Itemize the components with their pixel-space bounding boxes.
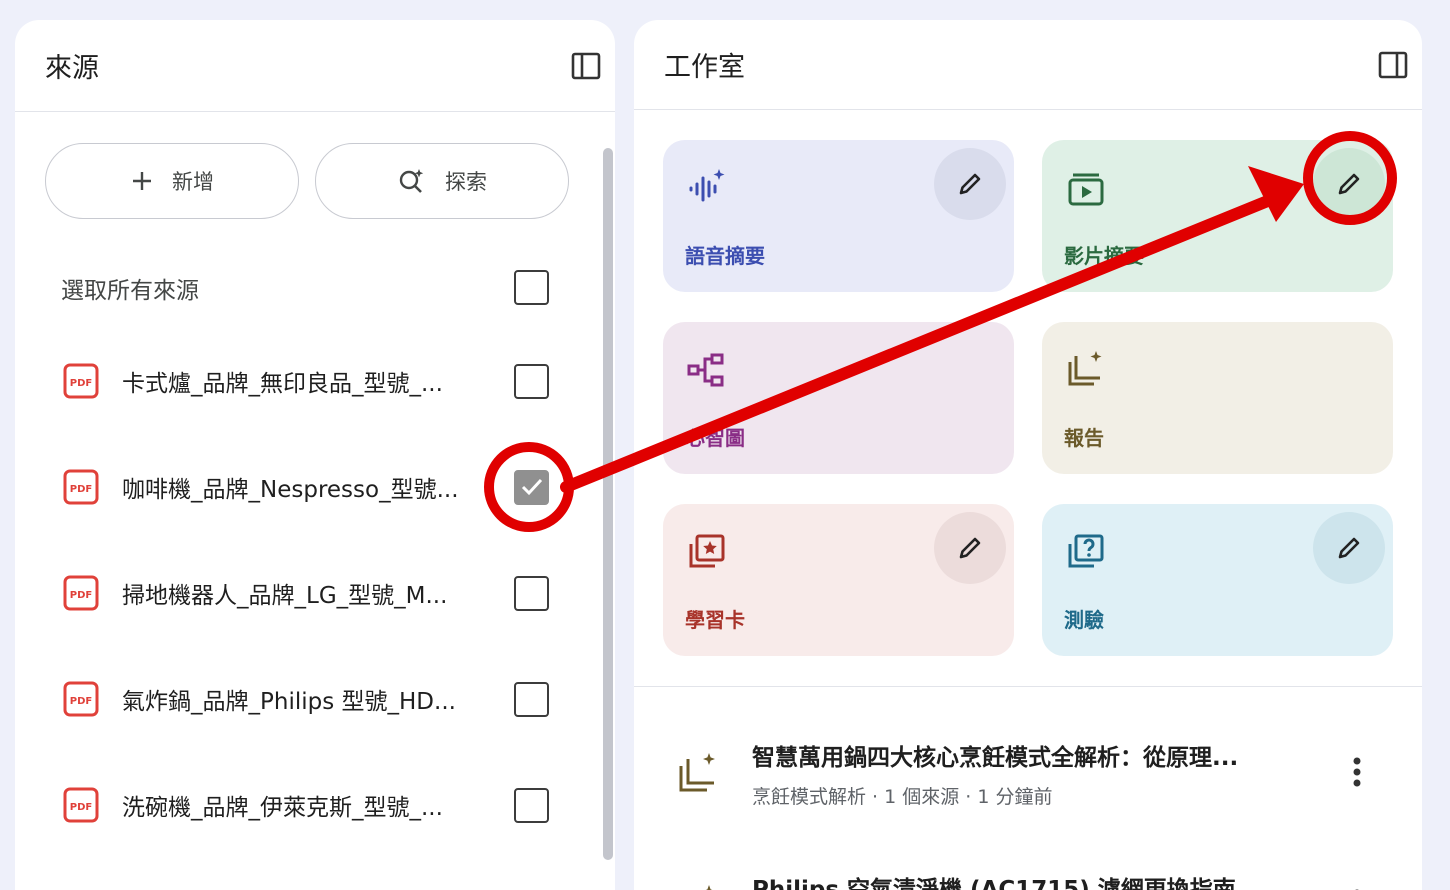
report-icon — [1064, 348, 1108, 392]
note-title: Philips 空氣清淨機 (AC1715) 濾網更換指南 — [752, 877, 1236, 890]
note-title: 智慧萬用鍋四大核心烹飪模式全解析：從原理... — [752, 745, 1239, 771]
source-item[interactable]: PDF 咖啡機_品牌_Nespresso_型號... — [63, 434, 549, 540]
add-source-label: 新增 — [172, 170, 214, 194]
studio-card[interactable]: 學習卡 — [663, 504, 1014, 656]
note-text: 智慧萬用鍋四大核心烹飪模式全解析：從原理... 烹飪模式解析 · 1 個來源 · … — [752, 738, 1342, 809]
card-label: 影片摘要 — [1064, 244, 1144, 268]
pdf-icon: PDF — [63, 681, 99, 717]
plus-icon — [133, 172, 151, 190]
more-vert-icon[interactable] — [1342, 884, 1372, 890]
svg-text:PDF: PDF — [70, 696, 92, 707]
add-source-button[interactable]: 新增 — [45, 143, 299, 219]
sources-title: 來源 — [45, 53, 99, 84]
studio-header: 工作室 — [634, 20, 1422, 110]
card-label: 心智圖 — [685, 426, 745, 450]
source-actions: 新增 探索 — [45, 143, 569, 219]
svg-text:PDF: PDF — [70, 802, 92, 813]
explore-sources-label: 探索 — [445, 170, 487, 194]
collapse-panel-icon[interactable] — [571, 51, 601, 81]
audio-waveform-icon — [685, 166, 729, 210]
note-item[interactable]: Philips 空氣清淨機 (AC1715) 濾網更換指南 — [674, 870, 1422, 890]
source-name: 咖啡機_品牌_Nespresso_型號... — [122, 477, 459, 503]
select-all-checkbox[interactable] — [514, 270, 549, 305]
studio-card[interactable]: 語音摘要 — [663, 140, 1014, 292]
select-all-label: 選取所有來源 — [61, 277, 199, 304]
flashcards-icon — [685, 530, 729, 574]
report-icon — [674, 750, 722, 798]
pdf-icon: PDF — [63, 469, 99, 505]
source-checkbox[interactable] — [514, 787, 549, 823]
card-label: 學習卡 — [685, 608, 745, 632]
svg-text:PDF: PDF — [70, 484, 92, 495]
note-meta: 烹飪模式解析 · 1 個來源 · 1 分鐘前 — [752, 786, 1053, 808]
studio-divider — [634, 686, 1422, 687]
collapse-panel-icon[interactable] — [1378, 50, 1408, 80]
source-item[interactable]: PDF 掃地機器人_品牌_LG_型號_M... — [63, 540, 549, 646]
edit-pencil-icon[interactable] — [1313, 512, 1385, 584]
source-checkbox[interactable] — [514, 681, 549, 717]
pdf-icon: PDF — [63, 363, 99, 399]
source-item[interactable]: PDF 氣炸鍋_品牌_Philips 型號_HD... — [63, 646, 549, 752]
sources-panel: 來源 新增 探索 選取所有來源 PDF 卡式爐_品牌_無印良品_型號_... PDF… — [15, 20, 615, 890]
quiz-icon — [1064, 530, 1108, 574]
edit-pencil-icon[interactable] — [934, 148, 1006, 220]
pdf-icon: PDF — [63, 787, 99, 823]
report-icon — [674, 882, 722, 890]
source-item[interactable]: PDF 洗碗機_品牌_伊萊克斯_型號_... — [63, 752, 549, 858]
card-label: 報告 — [1064, 426, 1104, 450]
studio-card[interactable]: 報告 — [1042, 322, 1393, 474]
studio-title: 工作室 — [664, 52, 745, 83]
card-label: 語音摘要 — [685, 244, 765, 268]
note-item[interactable]: 智慧萬用鍋四大核心烹飪模式全解析：從原理... 烹飪模式解析 · 1 個來源 · … — [674, 738, 1422, 809]
studio-card[interactable]: 心智圖 — [663, 322, 1014, 474]
explore-sources-button[interactable]: 探索 — [315, 143, 569, 219]
source-item[interactable]: PDF 卡式爐_品牌_無印良品_型號_... — [63, 328, 549, 434]
select-all-row: 選取所有來源 — [61, 270, 549, 305]
source-checkbox[interactable] — [514, 575, 549, 611]
studio-panel: 工作室 語音摘要 影片摘要心智圖 報告學習卡 測驗 智慧萬用鍋四大核心烹飪模式全解析：… — [634, 20, 1422, 890]
studio-card[interactable]: 影片摘要 — [1042, 140, 1393, 292]
source-list: PDF 卡式爐_品牌_無印良品_型號_... PDF 咖啡機_品牌_Nespresso… — [63, 328, 549, 858]
source-name: 卡式爐_品牌_無印良品_型號_... — [122, 371, 443, 397]
video-overview-icon — [1064, 166, 1108, 210]
edit-pencil-icon[interactable] — [934, 512, 1006, 584]
mind-map-icon — [685, 348, 729, 392]
source-checkbox[interactable] — [514, 363, 549, 399]
source-name: 氣炸鍋_品牌_Philips 型號_HD... — [122, 689, 456, 715]
source-name: 掃地機器人_品牌_LG_型號_M... — [122, 583, 448, 609]
search-spark-icon — [399, 169, 424, 193]
source-checkbox[interactable] — [514, 469, 549, 505]
svg-text:PDF: PDF — [70, 378, 92, 389]
note-text: Philips 空氣清淨機 (AC1715) 濾網更換指南 — [752, 870, 1342, 890]
studio-card[interactable]: 測驗 — [1042, 504, 1393, 656]
sources-header: 來源 — [15, 20, 615, 112]
edit-pencil-icon[interactable] — [1313, 148, 1385, 220]
pdf-icon: PDF — [63, 575, 99, 611]
card-label: 測驗 — [1064, 608, 1104, 632]
source-name: 洗碗機_品牌_伊萊克斯_型號_... — [122, 795, 443, 821]
svg-text:PDF: PDF — [70, 590, 92, 601]
sources-scrollbar[interactable] — [603, 148, 613, 860]
studio-card-grid: 語音摘要 影片摘要心智圖 報告學習卡 測驗 — [663, 140, 1393, 656]
more-vert-icon[interactable] — [1342, 752, 1372, 792]
